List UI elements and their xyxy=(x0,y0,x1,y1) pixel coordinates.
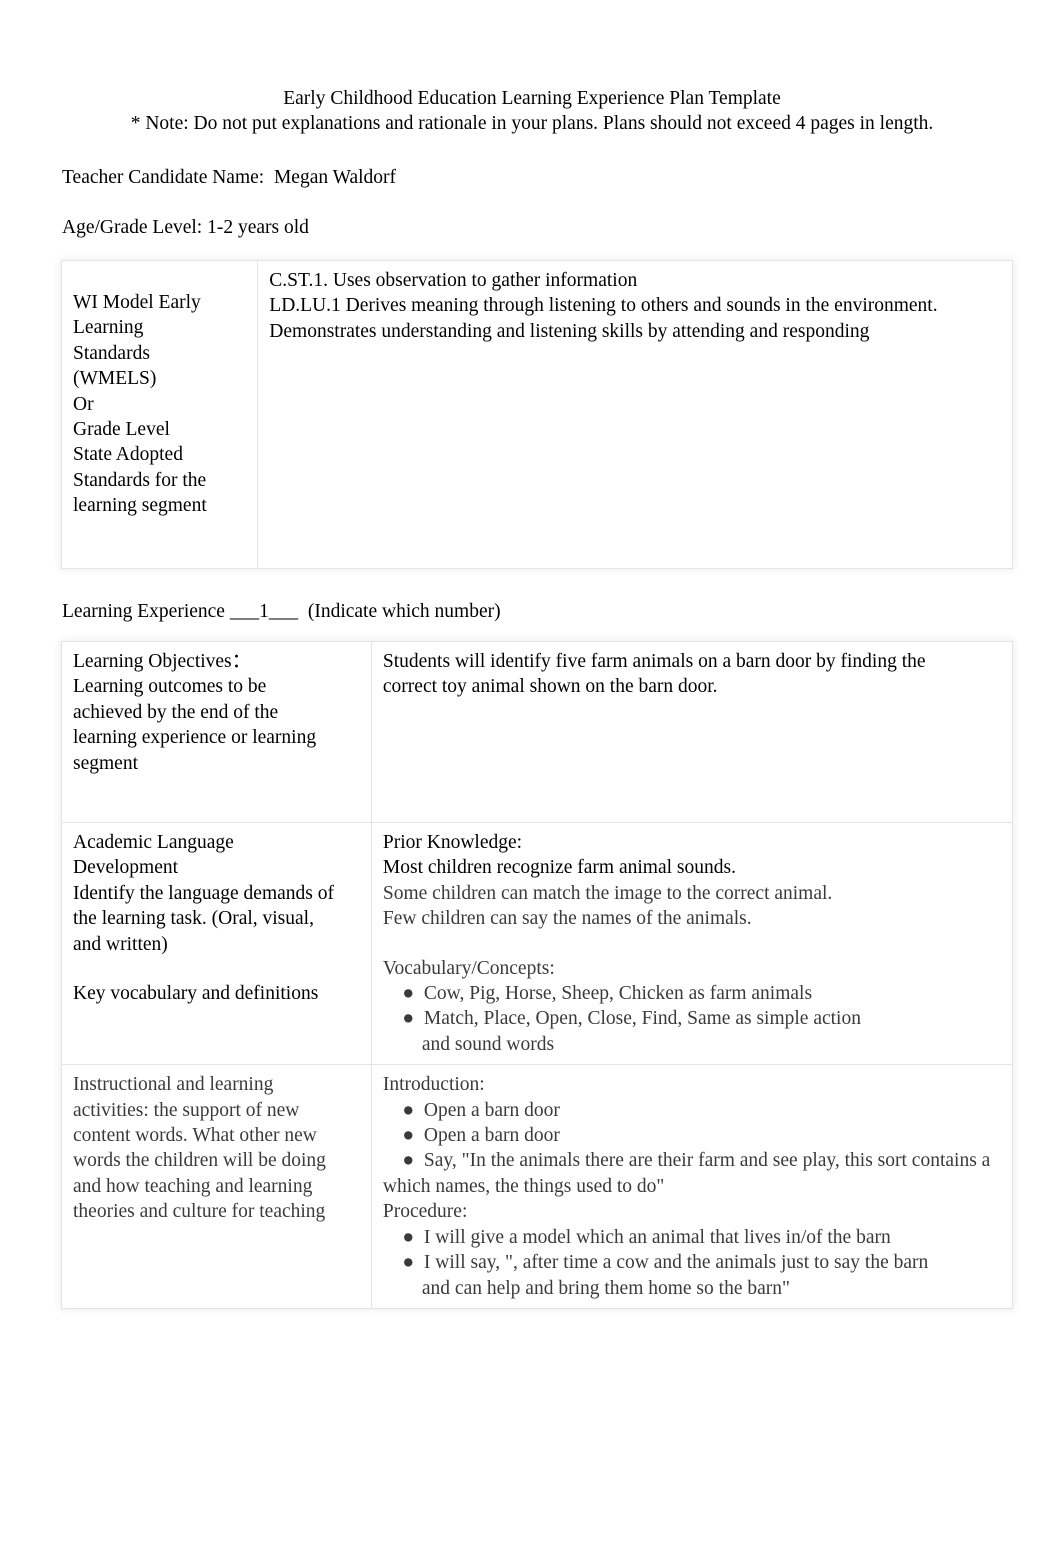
academic-language-label-cell: Academic Language Development Identify t… xyxy=(61,821,372,1066)
vocabulary-bullet-text-2: and sound words xyxy=(421,1033,555,1055)
vocabulary-concepts-heading: Vocabulary/Concepts: xyxy=(382,957,555,979)
vocabulary-bullet-text-1: Match, Place, Open, Close, Find, Same as… xyxy=(423,1008,861,1030)
learning-objectives-label-cell: Learning Objectives： Learning outcomes t… xyxy=(61,641,372,823)
table-row: WI Model Early Learning Standards (WMELS… xyxy=(60,260,1013,569)
standards-value-cell: C.ST.1. Uses observation to gather infor… xyxy=(257,260,1013,569)
introduction-bullet-text-1: Open a barn door xyxy=(423,1125,560,1147)
learning-objectives-text-line-1: correct toy animal shown on the barn doo… xyxy=(382,676,718,698)
teacher-candidate-name-line: Teacher Candidate Name: Megan Waldorf xyxy=(62,167,397,188)
standards-label-cell: WI Model Early Learning Standards (WMELS… xyxy=(60,260,259,569)
academic-language-label-line-2: Identify the language demands of xyxy=(73,882,334,904)
standard-item-2: Demonstrates understanding and listening… xyxy=(269,320,870,342)
learning-objectives-label-line-3: learning experience or learning xyxy=(73,727,317,749)
standards-label-line-4: Or xyxy=(73,393,94,415)
prior-knowledge-blurred-line-0: Some children can match the image to the… xyxy=(382,882,833,904)
instructional-label-line-5: theories and culture for teaching xyxy=(73,1201,326,1223)
table-row: Learning Objectives： Learning outcomes t… xyxy=(61,641,1014,823)
vocabulary-bullet-0: ● Cow, Pig, Horse, Sheep, Chicken as far… xyxy=(382,983,813,1005)
introduction-bullet-text-0: Open a barn door xyxy=(423,1099,560,1121)
instructional-label-line-2: content words. What other new xyxy=(73,1125,317,1147)
standards-label-line-7: Standards for the xyxy=(73,469,207,491)
standard-item-1: LD.LU.1 Derives meaning through listenin… xyxy=(269,295,938,317)
vocabulary-bullet-2: and sound words xyxy=(383,1034,554,1055)
instructional-label-line-4: and how teaching and learning xyxy=(73,1175,313,1197)
document-title-line-1: Early Childhood Education Learning Exper… xyxy=(283,88,781,109)
learning-experience-suffix: (Indicate which number) xyxy=(298,601,501,622)
age-grade-level-line: Age/Grade Level: 1-2 years old xyxy=(62,217,309,238)
learning-experience-table: Learning Objectives： Learning outcomes t… xyxy=(61,641,1014,1309)
instructional-activities-label-cell: Instructional and learning activities: t… xyxy=(61,1064,372,1309)
learning-objectives-label-line-1: Learning outcomes to be xyxy=(73,676,267,698)
procedure-bullet-text-1: I will say, ", after time a cow and the … xyxy=(423,1252,929,1274)
learning-experience-number: ___1___ xyxy=(229,601,299,622)
prior-knowledge-blurred-line-1: Few children can say the names of the an… xyxy=(382,908,752,930)
academic-language-label-line-3: the learning task. (Oral, visual, xyxy=(73,908,314,930)
learning-objectives-label-line-4: segment xyxy=(73,752,138,774)
standards-label-line-3: (WMELS) xyxy=(73,368,157,390)
label-paragraph-gap xyxy=(73,957,362,981)
instructional-label-line-3: words the children will be doing xyxy=(73,1150,326,1172)
value-paragraph-gap xyxy=(383,932,1003,956)
introduction-bullet-text-2: Say, "In the animals there are their far… xyxy=(382,1150,991,1197)
prior-knowledge-line-0: Most children recognize farm animal soun… xyxy=(382,857,736,879)
learning-objectives-text-line-0: Students will identify five farm animals… xyxy=(382,651,926,672)
document-header: Early Childhood Education Learning Exper… xyxy=(62,86,1002,136)
instructional-label-line-1: activities: the support of new xyxy=(73,1099,300,1121)
table-row: Academic Language Development Identify t… xyxy=(61,821,1014,1066)
learning-objectives-value-cell: Students will identify five farm animals… xyxy=(370,641,1014,823)
standards-label-line-5: Grade Level xyxy=(73,419,170,441)
key-vocabulary-label: Key vocabulary and definitions xyxy=(73,983,319,1005)
standards-table: WI Model Early Learning Standards (WMELS… xyxy=(60,260,1013,569)
procedure-bullet-2: and can help and bring them home so the … xyxy=(383,1278,790,1299)
prior-knowledge-value-cell: Prior Knowledge: Most children recognize… xyxy=(370,821,1014,1066)
procedure-bullet-0: ● I will give a model which an animal th… xyxy=(382,1226,891,1248)
introduction-bullet-0: ● Open a barn door xyxy=(382,1099,560,1121)
academic-language-label-line-0: Academic Language xyxy=(73,832,234,853)
cell-top-spacer xyxy=(73,268,248,290)
introduction-bullet-2: ● Say, "In the animals there are their f… xyxy=(382,1150,991,1197)
academic-language-label-line-4: and written) xyxy=(73,933,168,955)
instructional-activities-value-cell: Introduction: ● Open a barn door ● Open … xyxy=(370,1064,1014,1309)
learning-objectives-label-line-0: Learning Objectives： xyxy=(73,651,252,672)
document-page: Early Childhood Education Learning Exper… xyxy=(0,0,1062,1561)
standards-label-line-6: State Adopted xyxy=(73,444,183,466)
introduction-heading: Introduction: xyxy=(382,1074,485,1096)
vocabulary-bullet-1: ● Match, Place, Open, Close, Find, Same … xyxy=(382,1008,861,1030)
vocabulary-bullet-text-0: Cow, Pig, Horse, Sheep, Chicken as farm … xyxy=(423,983,813,1005)
procedure-bullet-text-2: and can help and bring them home so the … xyxy=(421,1277,790,1299)
standard-item-0: C.ST.1. Uses observation to gather infor… xyxy=(269,270,638,291)
table-row: Instructional and learning activities: t… xyxy=(61,1064,1014,1309)
instructional-label-line-0: Instructional and learning xyxy=(73,1074,274,1096)
introduction-bullet-1: ● Open a barn door xyxy=(382,1125,560,1147)
standards-label-line-8: learning segment xyxy=(73,495,207,517)
procedure-bullet-text-0: I will give a model which an animal that… xyxy=(423,1226,891,1248)
document-title-note: * Note: Do not put explanations and rati… xyxy=(130,113,934,134)
procedure-heading: Procedure: xyxy=(382,1201,468,1223)
learning-experience-prefix: Learning Experience xyxy=(62,601,230,622)
learning-objectives-label-line-2: achieved by the end of the xyxy=(73,701,279,723)
standards-label-line-1: Learning xyxy=(73,317,144,339)
prior-knowledge-heading: Prior Knowledge: xyxy=(382,832,523,853)
standards-label-line-0: WI Model Early xyxy=(73,292,201,313)
standards-label-line-2: Standards xyxy=(73,342,150,364)
academic-language-label-line-1: Development xyxy=(73,857,179,879)
learning-experience-number-line: Learning Experience ___1___ (Indicate wh… xyxy=(62,599,501,624)
procedure-bullet-1: ● I will say, ", after time a cow and th… xyxy=(382,1252,929,1274)
